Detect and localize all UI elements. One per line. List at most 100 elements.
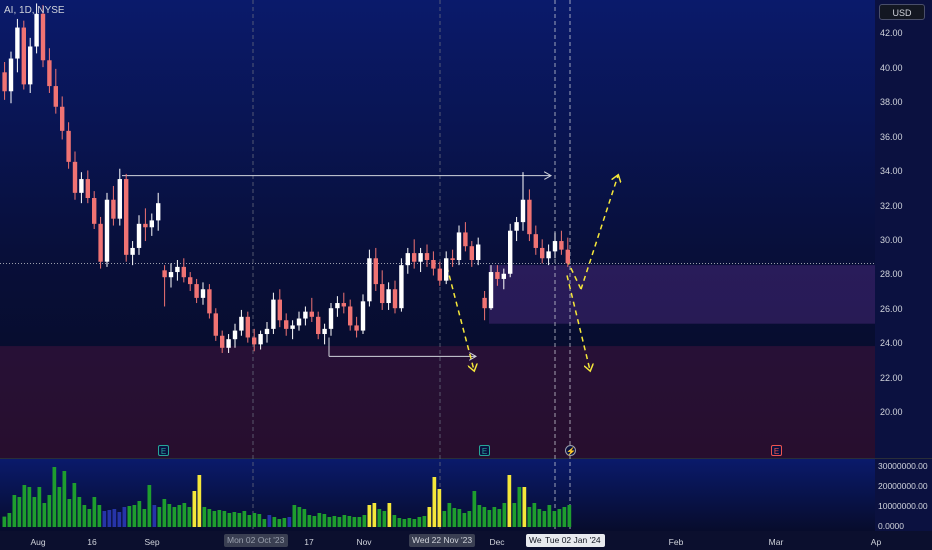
earnings-event-icon[interactable]: E (158, 445, 169, 456)
volume-bar (247, 515, 252, 527)
volume-bar (322, 514, 327, 527)
volume-bar (472, 491, 477, 527)
volume-bar (257, 514, 262, 527)
volume-bar (417, 517, 422, 527)
volume-bar (162, 499, 167, 527)
crosshair-date-label: Wed 22 Nov '23 (409, 534, 475, 547)
price-tick-label: 38.00 (880, 97, 903, 108)
volume-bar (277, 519, 282, 527)
volume-bar (297, 507, 302, 527)
candle-body (284, 320, 289, 329)
volume-tick-label: 20000000.00 (878, 481, 928, 491)
earnings-event-icon[interactable]: E (479, 445, 490, 456)
volume-bar (77, 497, 82, 527)
candle-body (194, 284, 199, 298)
ticker-label[interactable]: AI, 1D, NYSE (4, 5, 65, 16)
price-tick-label: 40.00 (880, 62, 903, 73)
volume-bar (347, 516, 352, 527)
candle-body (271, 299, 276, 329)
volume-bar (27, 487, 32, 527)
volume-bar (87, 509, 92, 527)
volume-bar (537, 509, 542, 527)
earnings-event-icon[interactable]: E (771, 445, 782, 456)
volume-bar (517, 487, 522, 527)
volume-bar (332, 516, 337, 527)
candle-body (296, 318, 302, 326)
volume-bar (2, 516, 7, 527)
volume-bar (387, 503, 392, 527)
volume-bar (37, 487, 42, 527)
volume-bar (57, 487, 62, 527)
candle-body (488, 272, 494, 309)
candle-body (85, 179, 90, 199)
volume-bar (502, 503, 507, 527)
candle-body (322, 328, 327, 335)
candle-body (328, 308, 334, 329)
price-tick-label: 22.00 (880, 372, 903, 383)
candle-body (418, 253, 423, 262)
price-scale-area[interactable] (875, 0, 932, 531)
candle-body (232, 330, 238, 340)
candle-body (156, 203, 161, 221)
volume-bar (367, 505, 372, 527)
volume-bar (492, 507, 497, 527)
volume-bar (22, 485, 27, 527)
candle-body (239, 316, 244, 331)
candle-body (527, 199, 532, 235)
candle-body (450, 258, 455, 260)
volume-bar (7, 513, 12, 527)
volume-bar (197, 475, 202, 527)
price-tick-label: 34.00 (880, 166, 903, 177)
volume-bar (422, 516, 427, 527)
volume-bar (137, 501, 142, 527)
volume-bar (512, 503, 517, 527)
volume-bar (402, 519, 407, 527)
chart-canvas[interactable] (0, 0, 932, 550)
currency-button[interactable]: USD (879, 4, 925, 20)
candle-body (354, 325, 359, 331)
volume-bar (292, 505, 297, 527)
volume-bar (17, 497, 22, 527)
volume-bar (532, 503, 537, 527)
candle-body (386, 289, 391, 304)
price-tick-label: 36.00 (880, 131, 903, 142)
volume-bar (432, 477, 437, 527)
crosshair-date-label: Mon 02 Oct '23 (224, 534, 288, 547)
candle-body (220, 335, 225, 348)
candle-body (72, 161, 78, 193)
volume-bar (177, 505, 182, 527)
volume-tick-label: 10000000.00 (878, 501, 928, 511)
candle-body (373, 258, 378, 285)
volume-bar (497, 509, 502, 527)
candle-body (245, 316, 250, 338)
volume-bar (467, 511, 472, 527)
candle-body (290, 325, 295, 329)
time-tick-label: 16 (87, 537, 97, 547)
candle-body (348, 306, 353, 326)
candle-body (520, 199, 526, 223)
volume-bar (302, 509, 307, 527)
volume-bar (482, 507, 487, 527)
candle-body (175, 266, 180, 273)
candle-body (277, 299, 282, 321)
volume-bar (122, 507, 127, 527)
volume-bar (552, 511, 557, 527)
volume-bar (212, 511, 217, 527)
candle-body (47, 60, 52, 87)
volume-bar (507, 475, 512, 527)
candle-body (258, 334, 263, 345)
candle-body (546, 251, 551, 259)
volume-tick-label: 0.0000 (878, 521, 904, 531)
candle-body (168, 272, 174, 278)
dividend-event-icon[interactable]: ⚡ (565, 445, 576, 456)
resistance-zone (489, 265, 875, 324)
candle-body (207, 289, 212, 314)
candle-body (21, 27, 26, 85)
volume-bar (327, 517, 332, 527)
volume-bar (242, 511, 247, 527)
candle-body (501, 273, 506, 279)
volume-bar (227, 513, 232, 527)
candle-body (341, 303, 346, 307)
volume-bar (117, 512, 122, 527)
volume-bar (452, 508, 457, 527)
